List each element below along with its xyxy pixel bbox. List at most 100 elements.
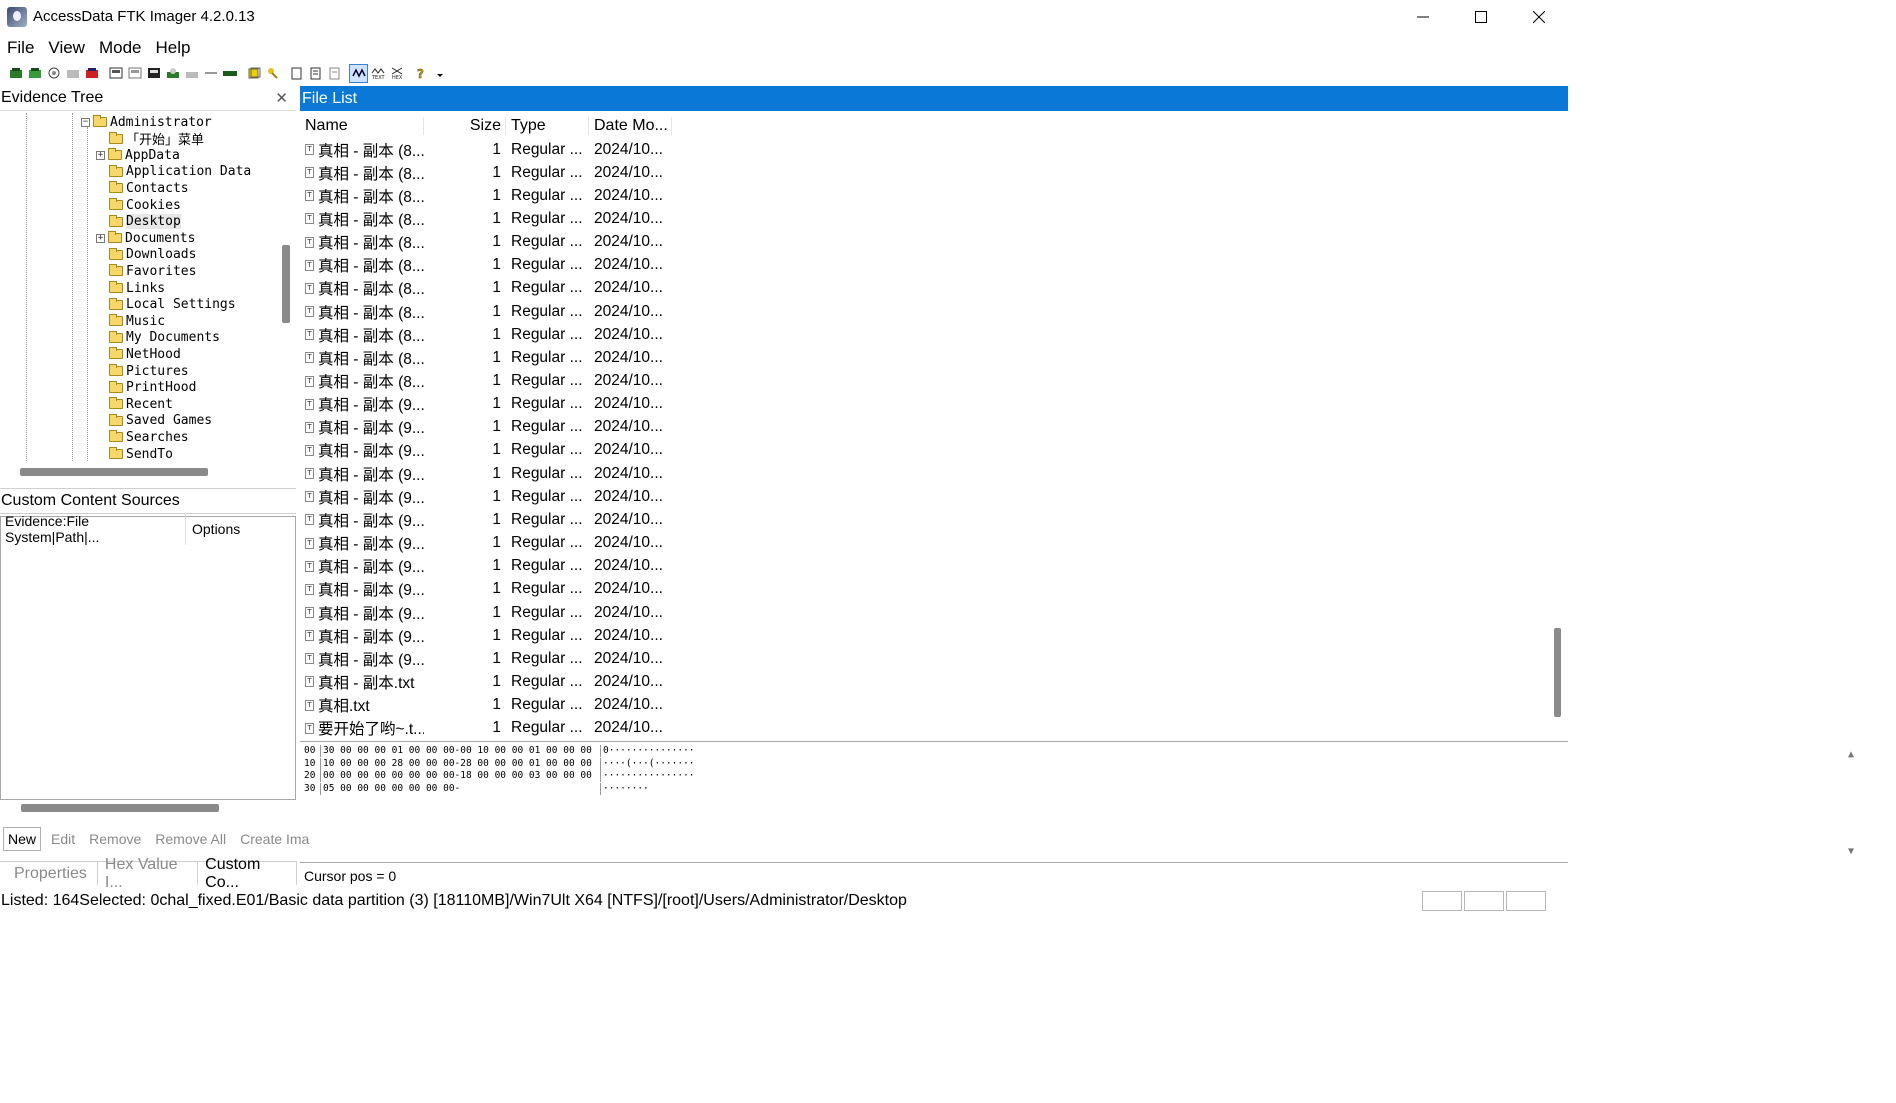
tab-hex-value-interpreter[interactable]: Hex Value I... <box>98 856 199 891</box>
file-list-row[interactable]: T 真相 - 副本 (9... 1 Regular ... 2024/10... <box>300 555 672 578</box>
tree-item[interactable]: Contacts <box>96 180 189 196</box>
file-list-row[interactable]: T 真相 - 副本 (8... 1 Regular ... 2024/10... <box>300 138 672 161</box>
verify-drive-button[interactable] <box>220 64 239 83</box>
expand-icon[interactable]: + <box>96 150 105 160</box>
maximize-button[interactable] <box>1452 0 1510 33</box>
file-list-row[interactable]: T 真相 - 副本 (8... 1 Regular ... 2024/10... <box>300 207 672 230</box>
scroll-up-icon[interactable]: ▲ <box>1848 749 1854 760</box>
capture-memory-button[interactable] <box>244 64 263 83</box>
tree-item[interactable]: − Administrator <box>81 114 212 130</box>
file-list-row[interactable]: T 要开始了哟~.t... 1 Regular ... 2024/10... <box>300 717 672 738</box>
close-button[interactable] <box>1510 0 1568 33</box>
file-list-row[interactable]: T 真相 - 副本 (8... 1 Regular ... 2024/10... <box>300 300 672 323</box>
file-list-row[interactable]: T 真相 - 副本 (9... 1 Regular ... 2024/10... <box>300 601 672 624</box>
file-list-vertical-scrollbar[interactable] <box>1554 628 1561 717</box>
file-list-row[interactable]: T 真相 - 副本 (9... 1 Regular ... 2024/10... <box>300 647 672 670</box>
file-list-row[interactable]: T 真相.txt 1 Regular ... 2024/10... <box>300 694 672 717</box>
tree-item[interactable]: PrintHood <box>96 380 196 396</box>
evidence-tree-horizontal-scrollbar[interactable] <box>20 468 208 476</box>
hex-row[interactable]: 10 10 00 00 00 28 00 00 00-28 00 00 00 01… <box>304 757 695 770</box>
file-list-row[interactable]: T 真相 - 副本 (9... 1 Regular ... 2024/10... <box>300 416 672 439</box>
hex-view-button[interactable]: HEX <box>387 64 406 83</box>
export-files-button[interactable] <box>306 64 325 83</box>
help-button[interactable]: ? <box>411 64 430 83</box>
export-logical-image-button[interactable] <box>144 64 163 83</box>
expand-icon[interactable]: + <box>96 233 105 243</box>
column-header-name[interactable]: Name <box>300 116 424 135</box>
tree-item[interactable]: Music <box>96 313 165 329</box>
create-custom-content-image-button[interactable] <box>182 64 201 83</box>
add-all-evidence-button[interactable] <box>25 64 44 83</box>
menu-mode[interactable]: Mode <box>92 38 149 58</box>
close-icon[interactable]: ✕ <box>275 89 288 107</box>
file-list-row[interactable]: T 真相 - 副本.txt 1 Regular ... 2024/10... <box>300 670 672 693</box>
tree-item[interactable]: + AppData <box>96 147 180 163</box>
hex-row[interactable]: 00 30 00 00 00 01 00 00 00-00 10 00 00 01… <box>304 745 695 757</box>
file-list-row[interactable]: T 真相 - 副本 (9... 1 Regular ... 2024/10... <box>300 578 672 601</box>
file-list-row[interactable]: T 真相 - 副本 (8... 1 Regular ... 2024/10... <box>300 346 672 369</box>
tree-item[interactable]: Cookies <box>96 197 181 213</box>
file-list-row[interactable]: T 真相 - 副本 (9... 1 Regular ... 2024/10... <box>300 508 672 531</box>
tree-item[interactable]: Application Data <box>96 164 251 180</box>
hex-row[interactable]: 30 05 00 00 00 00 00 00 00- ········ <box>304 782 649 795</box>
file-list-row[interactable]: T 真相 - 副本 (8... 1 Regular ... 2024/10... <box>300 370 672 393</box>
hex-row[interactable]: 20 00 00 00 00 00 00 00 00-18 00 00 00 03… <box>304 770 695 782</box>
add-evidence-button[interactable] <box>6 64 25 83</box>
file-list-row[interactable]: T 真相 - 副本 (9... 1 Regular ... 2024/10... <box>300 485 672 508</box>
tab-custom-content[interactable]: Custom Co... <box>198 856 297 891</box>
menu-view[interactable]: View <box>41 38 92 58</box>
tree-item[interactable]: 「开始」菜单 <box>96 131 204 148</box>
remove-all-evidence-button[interactable] <box>82 64 101 83</box>
tree-item[interactable]: + Documents <box>96 230 195 246</box>
custom-content-horizontal-scrollbar[interactable] <box>21 804 219 812</box>
auto-view-button[interactable] <box>349 63 368 83</box>
tree-item[interactable]: Desktop <box>96 214 181 230</box>
file-list-row[interactable]: T 真相 - 副本 (9... 1 Regular ... 2024/10... <box>300 462 672 485</box>
detect-encryption-button[interactable] <box>287 64 306 83</box>
collapse-icon[interactable]: − <box>81 117 90 127</box>
tree-item[interactable]: Pictures <box>96 363 189 379</box>
column-header-size[interactable]: Size <box>424 116 506 135</box>
obtain-protected-files-button[interactable] <box>263 64 282 83</box>
tree-item[interactable]: Links <box>96 280 165 296</box>
new-button[interactable]: New <box>3 827 42 851</box>
remove-button[interactable]: Remove <box>85 827 145 851</box>
minimize-button[interactable] <box>1394 0 1452 33</box>
create-disk-image-button[interactable] <box>106 64 125 83</box>
tree-item[interactable]: NetHood <box>96 346 181 362</box>
file-list-row[interactable]: T 真相 - 副本 (8... 1 Regular ... 2024/10... <box>300 323 672 346</box>
file-list-row[interactable]: T 真相 - 副本 (9... 1 Regular ... 2024/10... <box>300 439 672 462</box>
file-list-row[interactable]: T 真相 - 副本 (8... 1 Regular ... 2024/10... <box>300 254 672 277</box>
add-to-custom-content-button[interactable] <box>163 64 182 83</box>
file-list-row[interactable]: T 真相 - 副本 (8... 1 Regular ... 2024/10... <box>300 161 672 184</box>
tab-properties[interactable]: Properties <box>0 862 98 885</box>
tree-item[interactable]: My Documents <box>96 330 220 346</box>
column-header-type[interactable]: Type <box>506 116 589 135</box>
remove-all-button[interactable]: Remove All <box>151 827 230 851</box>
column-header-evidence[interactable]: Evidence:File System|Path|... <box>1 513 186 545</box>
remove-evidence-button[interactable] <box>63 64 82 83</box>
decrypt-button[interactable] <box>201 64 220 83</box>
tree-item[interactable]: SendTo <box>96 446 173 461</box>
file-list-row[interactable]: T 真相 - 副本 (9... 1 Regular ... 2024/10... <box>300 532 672 555</box>
file-list-row[interactable]: T 真相 - 副本 (9... 1 Regular ... 2024/10... <box>300 393 672 416</box>
menu-file[interactable]: File <box>0 38 41 58</box>
tree-item[interactable]: Recent <box>96 396 173 412</box>
menu-help[interactable]: Help <box>148 38 197 58</box>
file-list-row[interactable]: T 真相 - 副本 (9... 1 Regular ... 2024/10... <box>300 624 672 647</box>
scroll-down-icon[interactable]: ▼ <box>1848 846 1854 857</box>
text-view-button[interactable]: TEXT <box>368 64 387 83</box>
column-header-date-modified[interactable]: Date Mo... <box>589 116 672 135</box>
file-list-row[interactable]: T 真相 - 副本 (8... 1 Regular ... 2024/10... <box>300 277 672 300</box>
column-header-options[interactable]: Options <box>186 521 240 537</box>
tree-item[interactable]: Searches <box>96 429 189 445</box>
toolbar-overflow-button[interactable] <box>430 64 449 83</box>
tree-item[interactable]: Favorites <box>96 263 196 279</box>
file-list-row[interactable]: T 真相 - 副本 (8... 1 Regular ... 2024/10... <box>300 231 672 254</box>
tree-item[interactable]: Saved Games <box>96 413 212 429</box>
edit-button[interactable]: Edit <box>47 827 79 851</box>
evidence-tree-vertical-scrollbar[interactable] <box>282 245 290 323</box>
image-mounting-button[interactable] <box>44 64 63 83</box>
file-list-row[interactable]: T 真相 - 副本 (8... 1 Regular ... 2024/10... <box>300 184 672 207</box>
export-disk-image-button[interactable] <box>125 64 144 83</box>
